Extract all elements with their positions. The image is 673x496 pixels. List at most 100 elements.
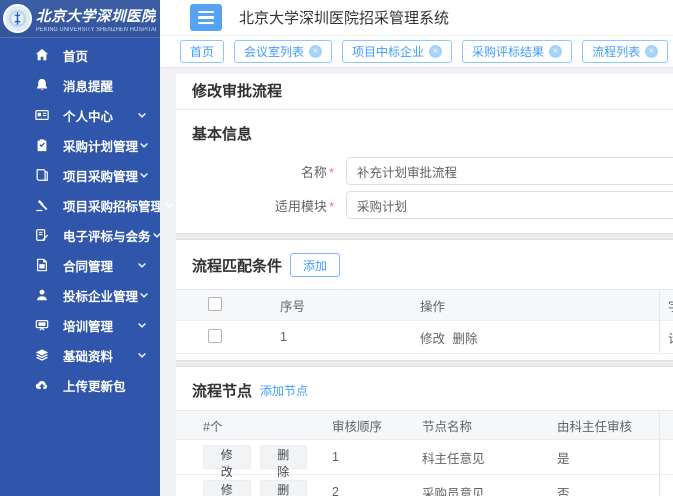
select-all-checkbox[interactable] — [208, 297, 222, 311]
hospital-name-en: PEKING UNIVERSITY SHENZHEN HOSPITAL — [36, 27, 146, 33]
required-mark: * — [329, 165, 334, 180]
sidebar-item-procurement-plan-mgmt[interactable]: 采购计划管理 — [0, 130, 160, 160]
seq-cell: 1 — [264, 330, 404, 344]
close-icon[interactable]: × — [549, 45, 562, 58]
sidebar-item-project-bidding-mgmt[interactable]: 项目采购招标管理 — [0, 190, 160, 220]
name-input[interactable] — [346, 157, 673, 185]
add-node-link[interactable]: 添加节点 — [260, 382, 308, 399]
sidebar-item-basic-data[interactable]: 基础资料 — [0, 340, 160, 370]
name-field-label: 名称* — [176, 162, 346, 181]
delete-link[interactable]: 删除 — [453, 332, 478, 346]
tab-process-list[interactable]: 流程列表 × — [582, 40, 668, 63]
column-header-actions: #个 — [176, 416, 316, 435]
extra-cell — [659, 440, 673, 474]
column-header-actions: 操作 — [404, 296, 659, 315]
order-cell: 1 — [316, 450, 406, 464]
sidebar-item-label: 项目采购招标管理 — [63, 196, 163, 215]
column-header-dept-head: 由科主任审核 — [541, 416, 659, 435]
dept-head-cell: 是 — [541, 448, 659, 467]
edit-button[interactable]: 修改 — [203, 480, 251, 496]
tab-project-winning-bidders[interactable]: 项目中标企业 × — [342, 40, 452, 63]
clipboard-check-icon — [34, 137, 50, 153]
chevron-down-icon — [151, 229, 163, 241]
close-icon[interactable]: × — [429, 45, 442, 58]
sidebar-menu: 首页 消息提醒 个人中心 采购计划管理 项目采购管理 项目采购招标管理 — [0, 38, 160, 400]
sidebar-item-label: 培训管理 — [63, 316, 136, 335]
contract-icon — [34, 257, 50, 273]
tab-meeting-room-list[interactable]: 会议室列表 × — [234, 40, 332, 63]
sidebar-item-upload-update-package[interactable]: 上传更新包 — [0, 370, 160, 400]
sidebar-item-bidder-enterprise-mgmt[interactable]: 投标企业管理 — [0, 280, 160, 310]
close-icon[interactable]: × — [309, 45, 322, 58]
layers-icon — [34, 347, 50, 363]
sidebar-item-e-evaluation-meetings[interactable]: 电子评标与会务 — [0, 220, 160, 250]
sidebar-item-training-mgmt[interactable]: 培训管理 — [0, 310, 160, 340]
sidebar-item-personal-center[interactable]: 个人中心 — [0, 100, 160, 130]
sidebar-item-messages[interactable]: 消息提醒 — [0, 70, 160, 100]
field-cell: 计划类型 — [659, 321, 673, 353]
table-row: 修改 删除 2 采购员意见 否 — [176, 475, 673, 496]
book-icon — [34, 167, 50, 183]
topbar: 北京大学深圳医院招采管理系统 — [160, 0, 673, 36]
row-checkbox[interactable] — [208, 329, 222, 343]
form-row-name: 名称* — [176, 157, 673, 185]
hospital-name: 北京大学深圳医院 — [36, 5, 156, 26]
document-edit-icon — [34, 227, 50, 243]
hospital-logo-area: 北京大学深圳医院 PEKING UNIVERSITY SHENZHEN HOSP… — [0, 0, 160, 38]
app-title: 北京大学深圳医院招采管理系统 — [239, 7, 449, 28]
section-divider — [176, 233, 673, 240]
tab-label: 流程列表 — [592, 43, 640, 60]
tab-label: 项目中标企业 — [352, 43, 424, 60]
tab-procurement-evaluation-results[interactable]: 采购评标结果 × — [462, 40, 572, 63]
delete-button[interactable]: 删除 — [260, 445, 308, 469]
chevron-down-icon — [136, 259, 148, 271]
sidebar-item-label: 首页 — [63, 46, 148, 65]
sidebar-item-label: 项目采购管理 — [63, 166, 138, 185]
section-flow-nodes: 流程节点 添加节点 — [176, 367, 673, 401]
presentation-icon — [34, 317, 50, 333]
gavel-icon — [34, 197, 50, 213]
field-label-text: 适用模块 — [275, 199, 327, 214]
sidebar-item-label: 个人中心 — [63, 106, 136, 125]
chevron-down-icon — [138, 289, 150, 301]
section-divider — [176, 360, 673, 367]
chevron-down-icon — [138, 139, 150, 151]
tab-home[interactable]: 首页 — [180, 40, 224, 63]
chevron-down-icon — [136, 349, 148, 361]
content-area: 修改审批流程 基本信息 名称* 适用模块* 流程匹配条件 添加 — [160, 68, 673, 496]
column-header-order: 审核顺序 — [316, 416, 406, 435]
column-header-name: 节点名称 — [406, 416, 541, 435]
sidebar-item-contract-mgmt[interactable]: 合同管理 — [0, 250, 160, 280]
sidebar-item-project-procurement-mgmt[interactable]: 项目采购管理 — [0, 160, 160, 190]
user-icon — [34, 287, 50, 303]
tab-bar: 首页 会议室列表 × 项目中标企业 × 采购评标结果 × 流程列表 × 流程 × — [160, 36, 673, 68]
section-title-text: 流程节点 — [192, 380, 252, 401]
form-row-module: 适用模块* — [176, 191, 673, 219]
section-title-text: 流程匹配条件 — [192, 255, 282, 276]
cloud-upload-icon — [34, 377, 50, 393]
close-icon[interactable]: × — [645, 45, 658, 58]
edit-link[interactable]: 修改 — [420, 332, 445, 346]
required-mark: * — [329, 199, 334, 214]
tab-label: 会议室列表 — [244, 43, 304, 60]
module-input[interactable] — [346, 191, 673, 219]
sidebar-item-label: 消息提醒 — [63, 76, 148, 95]
menu-toggle-button[interactable] — [190, 4, 222, 31]
module-field-label: 适用模块* — [176, 196, 346, 215]
section-match-conditions: 流程匹配条件 添加 — [176, 240, 673, 277]
tab-label: 采购评标结果 — [472, 43, 544, 60]
hospital-logo-icon — [3, 4, 32, 33]
add-condition-button[interactable]: 添加 — [290, 253, 340, 277]
table-header-row: 序号 操作 字段 — [176, 289, 673, 321]
delete-button[interactable]: 删除 — [260, 480, 308, 496]
sidebar: 北京大学深圳医院 PEKING UNIVERSITY SHENZHEN HOSP… — [0, 0, 160, 496]
chevron-down-icon — [138, 169, 150, 181]
sidebar-item-home[interactable]: 首页 — [0, 40, 160, 70]
column-header-extra — [659, 411, 673, 439]
table-row: 1 修改 删除 计划类型 — [176, 321, 673, 354]
extra-cell — [659, 475, 673, 496]
edit-button[interactable]: 修改 — [203, 445, 251, 469]
sidebar-item-label: 投标企业管理 — [63, 286, 138, 305]
node-name-cell: 采购员意见 — [406, 483, 541, 496]
flow-nodes-table: #个 审核顺序 节点名称 由科主任审核 修改 删除 1 科主任意见 是 — [176, 410, 673, 496]
